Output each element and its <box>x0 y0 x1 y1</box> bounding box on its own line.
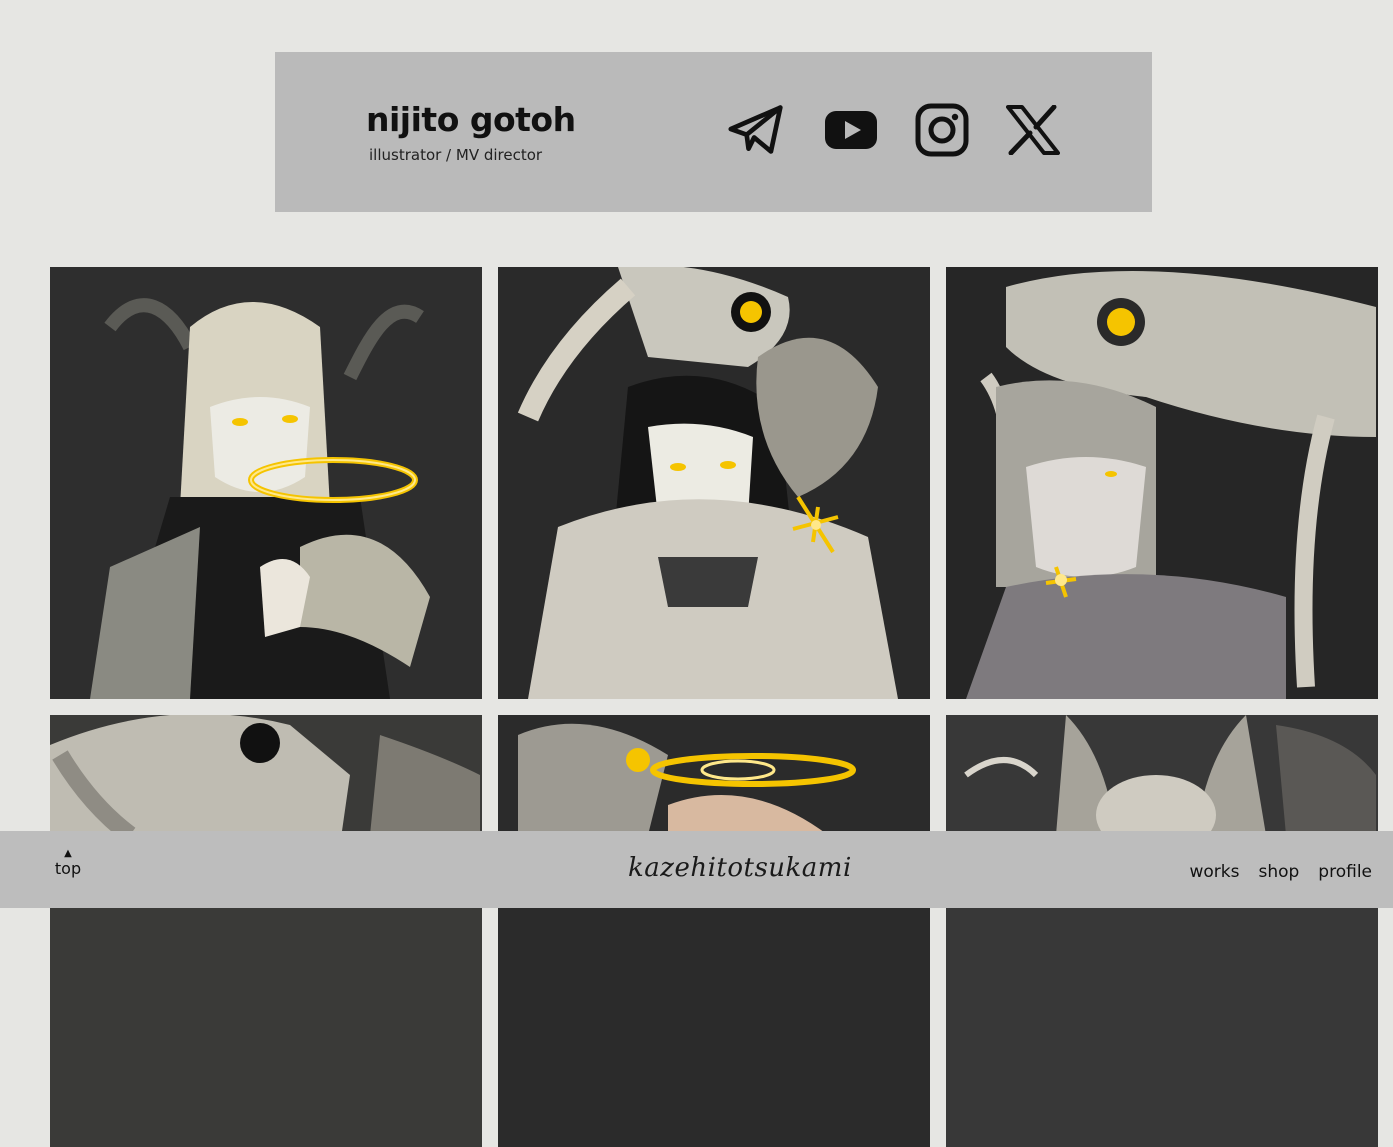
instagram-link[interactable] <box>914 102 970 158</box>
artwork-image <box>946 267 1378 699</box>
nav-works-link[interactable]: works <box>1189 862 1239 882</box>
x-link[interactable] <box>1005 102 1061 158</box>
site-name[interactable]: nijito gotoh <box>366 100 576 139</box>
arrow-up-icon: ▲ <box>64 848 72 859</box>
artwork-tile[interactable] <box>498 267 930 699</box>
footer-nav: works shop profile <box>1189 862 1372 882</box>
profile-header: nijito gotoh illustrator / MV director <box>275 52 1152 212</box>
artwork-image <box>498 715 930 1147</box>
youtube-icon <box>825 111 877 149</box>
telegram-icon <box>728 105 783 154</box>
artwork-image <box>498 267 930 699</box>
site-role: illustrator / MV director <box>369 146 543 164</box>
youtube-link[interactable] <box>823 102 879 158</box>
artwork-image <box>946 715 1378 1147</box>
artwork-tile[interactable] <box>498 715 930 1147</box>
instagram-icon <box>915 103 969 157</box>
x-icon <box>1006 105 1060 155</box>
footer-bar: ▲ top kazehitotsukami works shop profile <box>0 831 1393 908</box>
artwork-tile[interactable] <box>946 715 1378 1147</box>
artwork-tile[interactable] <box>50 267 482 699</box>
artwork-image <box>50 267 482 699</box>
artwork-image <box>50 715 482 1147</box>
telegram-link[interactable] <box>728 102 784 158</box>
artwork-tile[interactable] <box>946 267 1378 699</box>
artwork-tile[interactable] <box>50 715 482 1147</box>
top-label: top <box>54 859 82 878</box>
nav-shop-link[interactable]: shop <box>1258 862 1299 882</box>
nav-profile-link[interactable]: profile <box>1318 862 1372 882</box>
footer-logo[interactable]: kazehitotsukami <box>628 853 852 883</box>
back-to-top-link[interactable]: ▲ top <box>52 848 84 879</box>
